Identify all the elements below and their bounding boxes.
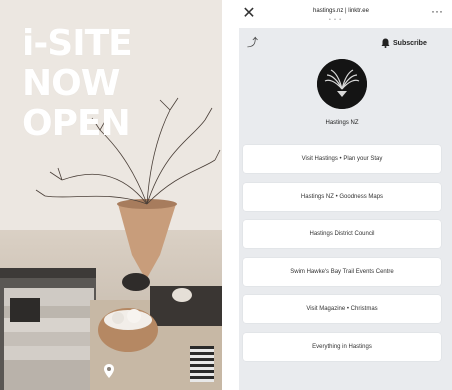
page-indicator: • • •	[329, 17, 343, 23]
link-label: Hastings District Council	[309, 231, 375, 237]
profile-handle: Hastings NZ	[325, 120, 359, 126]
promo-headline: i-SITE NOW OPEN	[22, 23, 133, 144]
link-button[interactable]: Swim Hawke's Bay Trail Events Centre	[243, 257, 441, 286]
link-button[interactable]: Hastings NZ • Goodness Maps	[243, 182, 441, 211]
link-label: Swim Hawke's Bay Trail Events Centre	[290, 268, 394, 275]
more-icon[interactable]: ···	[431, 5, 443, 17]
link-button[interactable]: Visit Magazine • Christmas	[243, 295, 441, 323]
subscribe-button[interactable]: Subscribe	[381, 38, 427, 48]
link-button[interactable]: Visit Hastings • Plan your Stay	[243, 145, 441, 173]
browser-top-bar: ✕ hastings.nz | linktr.ee • • • ···	[231, 0, 452, 30]
barcode-stripe	[190, 346, 214, 382]
link-label: Visit Magazine • Christmas	[306, 306, 378, 312]
link-label: Hastings NZ • Goodness Maps	[300, 193, 384, 200]
close-icon[interactable]: ✕	[241, 6, 257, 22]
linktree-app: ✕ hastings.nz | linktr.ee • • • ··· ⤴ Su…	[231, 0, 452, 390]
share-icon[interactable]: ⤴	[247, 36, 261, 50]
bell-icon	[381, 38, 390, 48]
link-label: Everything in Hastings	[312, 343, 372, 350]
location-pin-icon	[104, 364, 114, 378]
link-button[interactable]: Everything in Hastings	[243, 332, 441, 361]
subscribe-label: Subscribe	[393, 39, 427, 47]
link-button[interactable]: Hastings District Council	[243, 220, 441, 248]
page-title: hastings.nz | linktr.ee	[313, 8, 369, 14]
link-label: Visit Hastings • Plan your Stay	[301, 156, 383, 162]
link-list: Visit Hastings • Plan your Stay Hastings…	[243, 145, 441, 370]
avatar[interactable]	[317, 59, 367, 109]
wings-logo-icon	[317, 59, 367, 109]
promo-photo: i-SITE NOW OPEN	[0, 0, 222, 390]
